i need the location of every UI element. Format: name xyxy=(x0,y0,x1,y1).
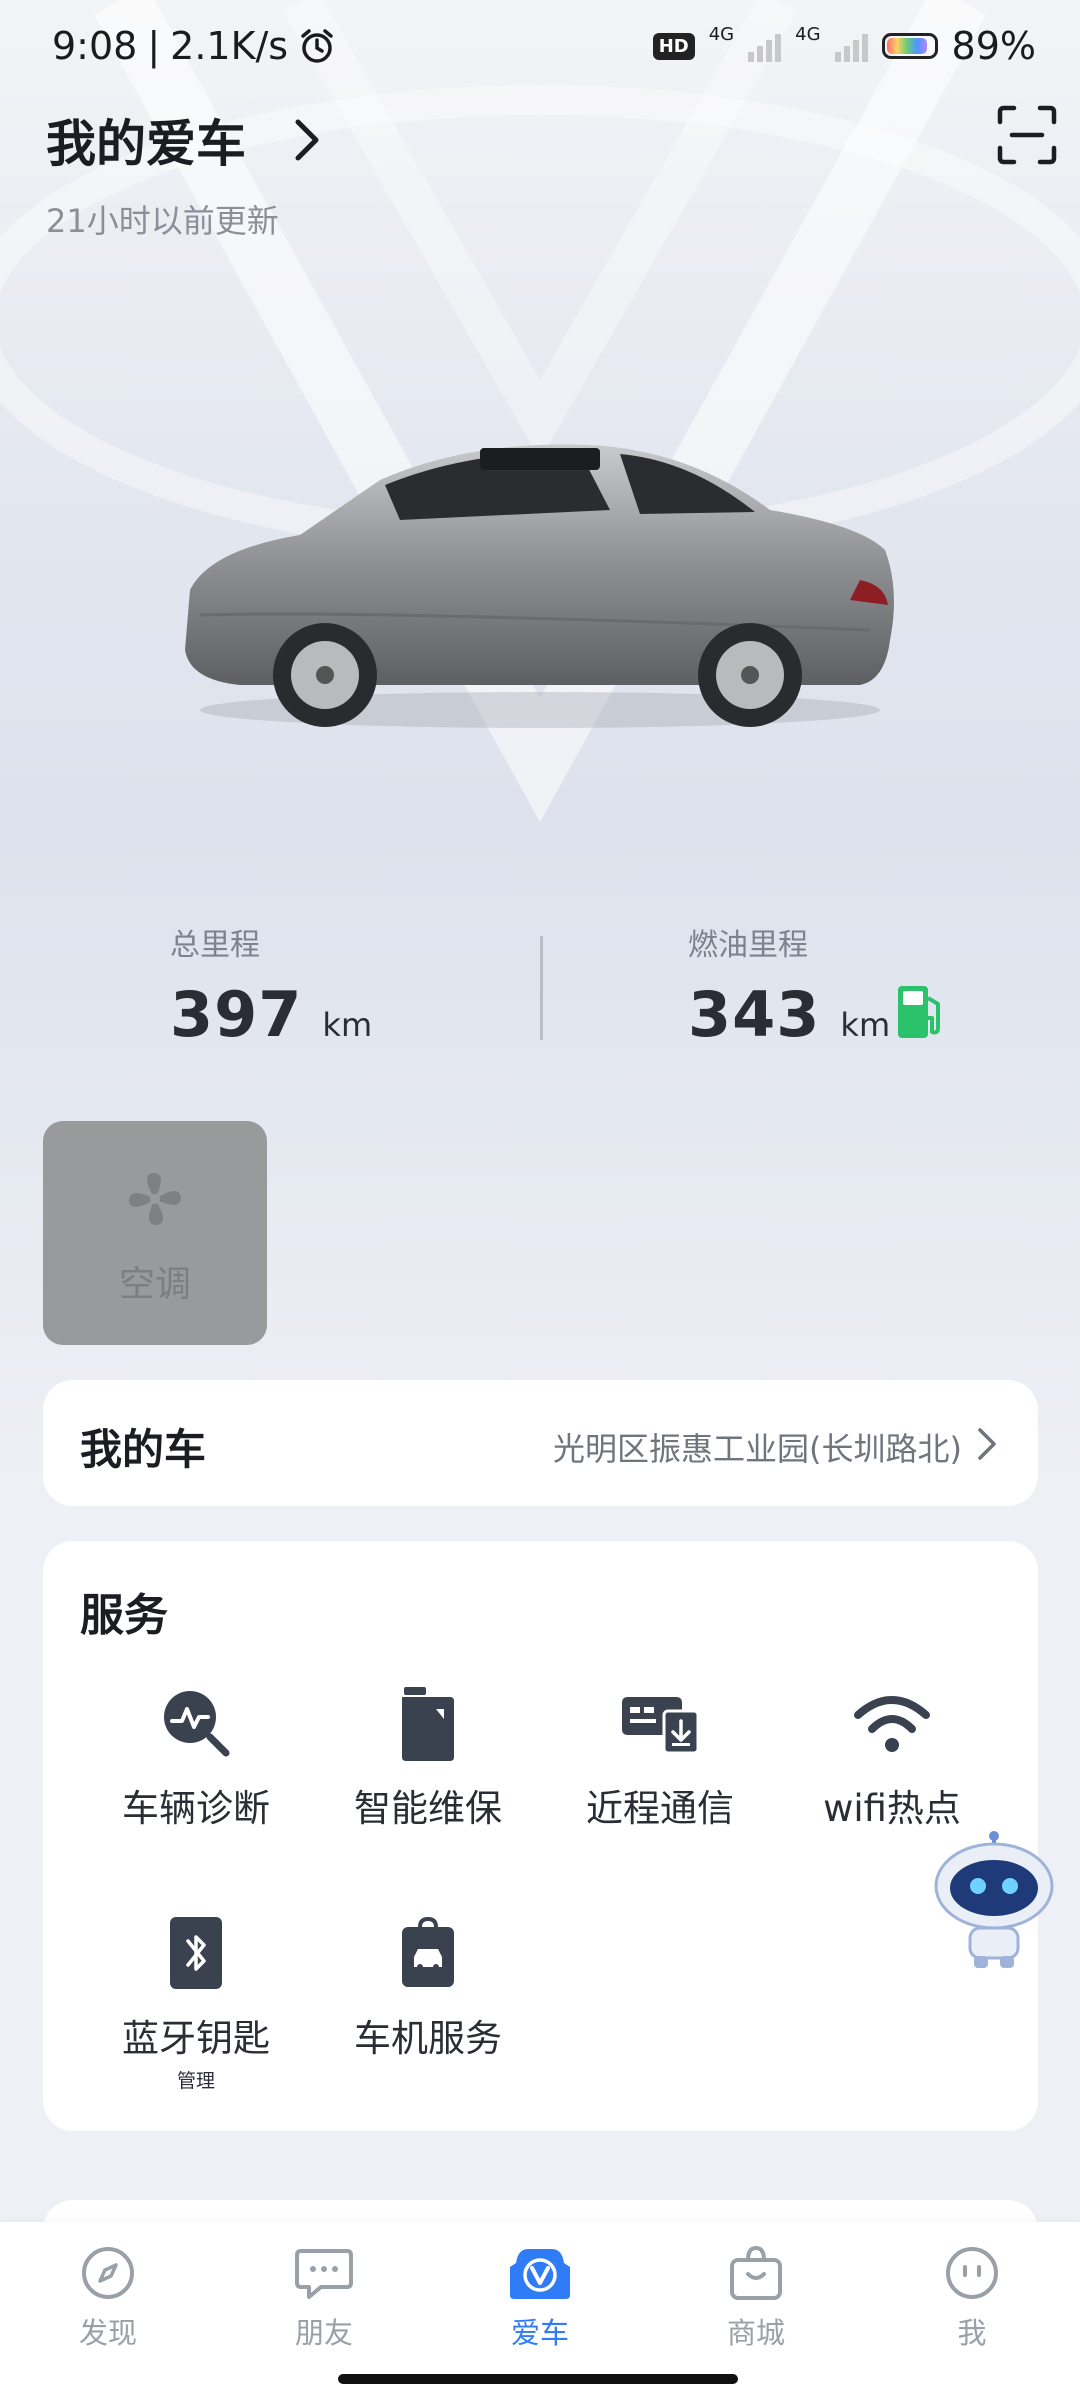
service-bluetooth-key[interactable]: 蓝牙钥匙 管理 xyxy=(80,1908,312,2093)
hd-badge: HD xyxy=(652,32,695,60)
service-wifi-hotspot[interactable]: wifi热点 xyxy=(776,1678,1008,1832)
face-icon xyxy=(946,2247,998,2299)
tab-friends[interactable]: 朋友 xyxy=(254,2240,394,2352)
status-speed: 2.1K/s xyxy=(170,24,289,68)
wifi-icon xyxy=(854,1696,930,1752)
battery-icon xyxy=(881,33,938,59)
service-label: 车辆诊断 xyxy=(122,1787,270,1830)
ac-button[interactable]: 空调 xyxy=(43,1121,267,1345)
service-label: 近程通信 xyxy=(586,1787,734,1830)
car-location: 光明区振惠工业园(长圳路北) xyxy=(553,1430,962,1468)
service-sublabel: 管理 xyxy=(176,2070,215,2092)
home-indicator[interactable] xyxy=(338,2374,738,2384)
chat-icon xyxy=(295,2249,353,2299)
total-mileage-label: 总里程 xyxy=(170,928,260,963)
my-car-title: 我的车 xyxy=(80,1425,207,1474)
assistant-robot-icon[interactable] xyxy=(930,1830,1058,1970)
fuel-range-label: 燃油里程 xyxy=(688,928,808,963)
fuel-pump-icon xyxy=(898,986,940,1038)
total-mileage-value: 397 xyxy=(170,978,303,1051)
fuel-range-unit: km xyxy=(840,1006,891,1044)
services-title: 服务 xyxy=(80,1590,168,1641)
service-vehicle-diagnosis[interactable]: 车辆诊断 xyxy=(80,1678,312,1832)
stats-divider xyxy=(540,936,543,1040)
status-time: 9:08 xyxy=(52,24,138,68)
bag-icon xyxy=(730,2245,782,2300)
tab-label: 商城 xyxy=(726,2316,785,2350)
alarm-icon xyxy=(301,29,333,63)
tab-mall[interactable]: 商城 xyxy=(686,2240,826,2352)
tab-my-car[interactable]: 爱车 xyxy=(470,2240,610,2352)
service-smart-maintenance[interactable]: 智能维保 xyxy=(312,1678,544,1832)
scan-icon[interactable] xyxy=(996,104,1058,166)
diagnosis-icon xyxy=(164,1691,230,1757)
tab-label: 发现 xyxy=(78,2316,137,2350)
fan-icon xyxy=(129,1173,181,1225)
update-time: 21小时以前更新 xyxy=(46,202,279,240)
ac-label: 空调 xyxy=(118,1264,191,1305)
battery-percent: 89% xyxy=(951,24,1036,68)
near-field-comm-icon xyxy=(622,1697,700,1755)
car-image[interactable] xyxy=(170,440,910,750)
service-label: wifi热点 xyxy=(823,1787,961,1830)
maintenance-icon xyxy=(402,1687,454,1761)
my-car-card[interactable]: 我的车 光明区振惠工业园(长圳路北) xyxy=(43,1380,1038,1506)
service-near-field-comm[interactable]: 近程通信 xyxy=(544,1678,776,1832)
car-v-icon xyxy=(510,2249,570,2299)
bluetooth-key-icon xyxy=(170,1917,222,1989)
tab-label: 朋友 xyxy=(294,2316,353,2350)
total-mileage-unit: km xyxy=(322,1006,373,1044)
total-mileage: 总里程 397 km xyxy=(170,920,372,1051)
page-title[interactable]: 我的爱车 xyxy=(46,104,246,176)
tab-label: 爱车 xyxy=(510,2316,569,2350)
compass-icon xyxy=(82,2247,134,2299)
service-label: 车机服务 xyxy=(354,2017,502,2060)
service-head-unit[interactable]: 车机服务 xyxy=(312,1908,544,2062)
services-card: 服务 车辆诊断 智能维保 近程通信 wifi热点 蓝牙钥匙 管理 车机服务 xyxy=(43,1541,1038,2131)
signal-icon xyxy=(748,30,782,62)
fuel-range-value: 343 xyxy=(688,978,821,1051)
status-separator: | xyxy=(147,24,161,68)
service-label: 智能维保 xyxy=(354,1787,502,1830)
tab-me[interactable]: 我 xyxy=(902,2240,1042,2352)
car-service-icon xyxy=(402,1917,454,1987)
status-bar: 9:08 | 2.1K/s HD 4G 4G 89% xyxy=(0,0,1080,100)
chevron-right-icon xyxy=(978,1428,996,1460)
network-type-1: 4G xyxy=(708,23,735,45)
fuel-range: 燃油里程 343 km xyxy=(688,920,890,1051)
signal-icon-2 xyxy=(834,30,868,62)
service-label: 蓝牙钥匙 xyxy=(122,2017,270,2060)
tab-label: 我 xyxy=(957,2316,987,2350)
chevron-right-icon[interactable] xyxy=(288,110,328,170)
tab-discover[interactable]: 发现 xyxy=(38,2240,178,2352)
network-type-2: 4G xyxy=(795,23,821,45)
